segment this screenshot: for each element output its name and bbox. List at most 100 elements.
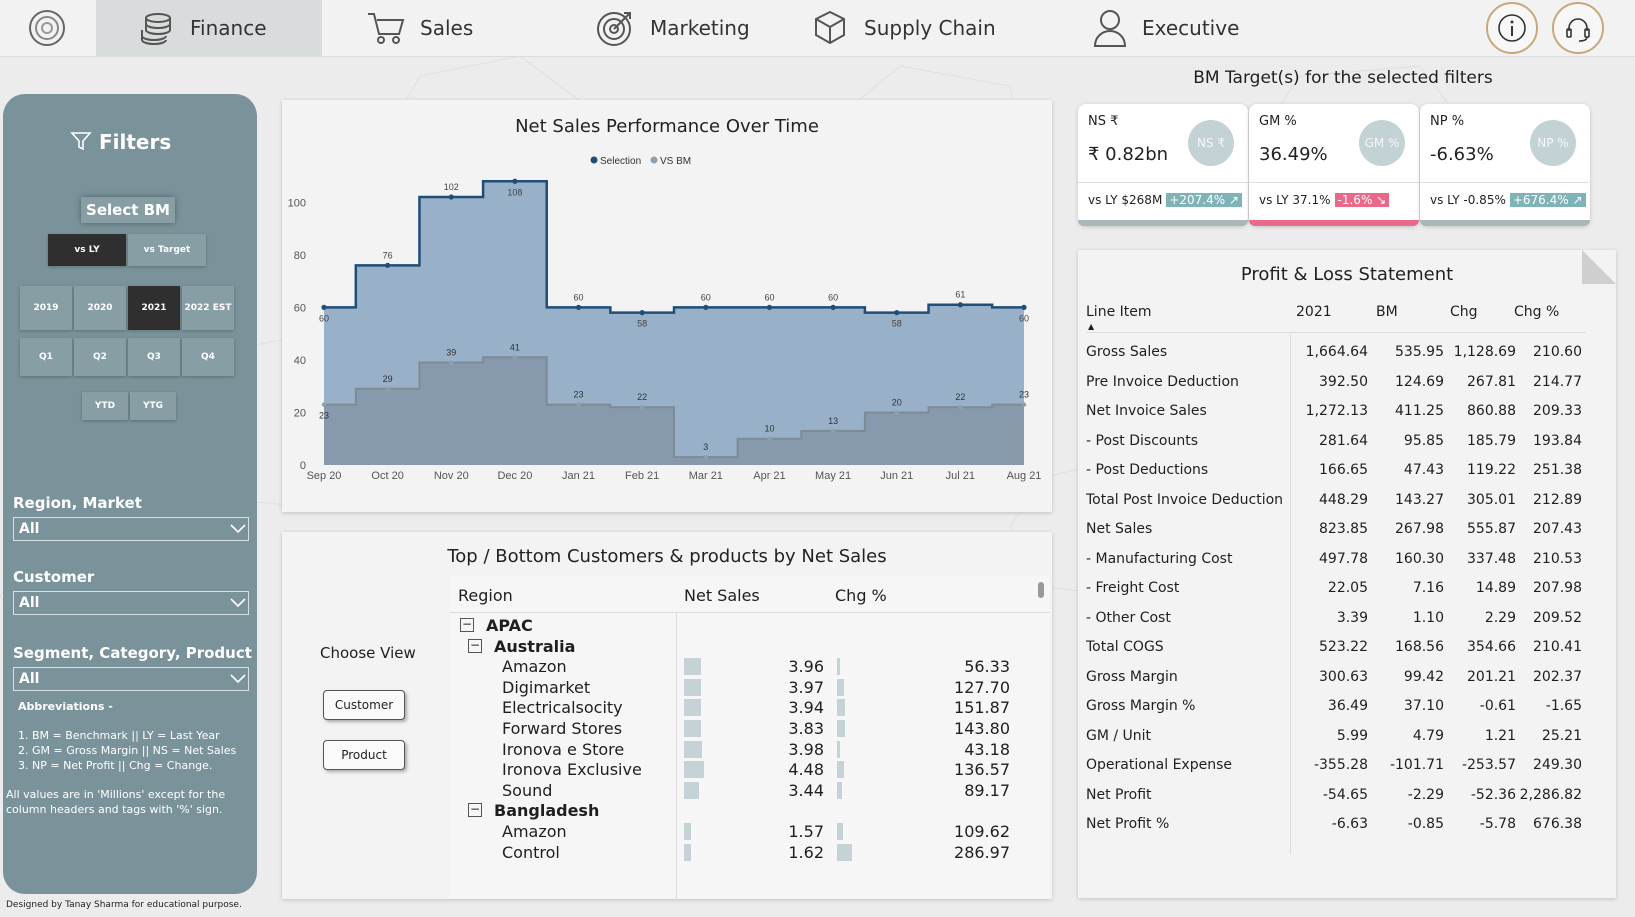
table-row[interactable]: Control 1.62 286.97 [450, 843, 1020, 863]
table-row[interactable]: Digimarket 3.97 127.70 [450, 678, 1020, 698]
pl-row[interactable]: - Post Discounts 281.64 95.85 185.79 193.84 [1086, 427, 1586, 456]
pl-row[interactable]: Net Profit -54.65 -2.29 -52.36 2,286.82 [1086, 781, 1586, 810]
pl-cell: -355.28 [1313, 757, 1368, 773]
pl-col-line-item[interactable]: Line Item [1086, 304, 1152, 320]
quarter-q2-button[interactable]: Q2 [74, 338, 126, 376]
group-row[interactable]: − Bangladesh [450, 801, 1020, 821]
pl-row[interactable]: Gross Margin % 36.49 37.10 -0.61 -1.65 [1086, 692, 1586, 721]
pl-cell: 1,272.13 [1305, 403, 1368, 419]
segment-dropdown[interactable]: All [13, 667, 249, 691]
pl-row[interactable]: Gross Sales 1,664.64 535.95 1,128.69 210.60 [1086, 338, 1586, 367]
pl-col-2021[interactable]: 2021 [1296, 304, 1332, 320]
pl-row[interactable]: GM / Unit 5.99 4.79 1.21 25.21 [1086, 722, 1586, 751]
col-net-sales[interactable]: Net Sales [684, 586, 760, 605]
legend-selection-label: Selection [600, 156, 641, 167]
selection-data-label: 58 [892, 319, 902, 329]
net-sales-value: 3.96 [788, 657, 824, 677]
pl-row[interactable]: Total Post Invoice Deduction 448.29 143.27… [1086, 486, 1586, 515]
table-row[interactable]: Forward Stores 3.83 143.80 [450, 719, 1020, 739]
headset-icon [1566, 18, 1590, 42]
kpi-card[interactable]: NS ₹ ₹ 0.82bn NS ₹ vs LY $268M +207.4% ↗ [1078, 104, 1248, 226]
pl-row[interactable]: Gross Margin 300.63 99.42 201.21 202.37 [1086, 663, 1586, 692]
pl-cell: -101.71 [1389, 757, 1444, 773]
year-2022-est-button[interactable]: 2022 EST [182, 286, 234, 330]
pl-cell: 305.01 [1467, 491, 1516, 508]
pl-title: Profit & Loss Statement [1240, 264, 1454, 285]
pl-cell: 249.30 [1533, 757, 1582, 773]
tab-finance[interactable]: Finance [96, 0, 322, 56]
pl-row[interactable]: Net Invoice Sales 1,272.13 411.25 860.88 209… [1086, 397, 1586, 426]
customer-name: Electricalsocity [502, 698, 623, 718]
vs-bm-data-label: 39 [446, 348, 456, 358]
pl-cell: 535.95 [1395, 344, 1444, 360]
chg-bar [837, 761, 844, 779]
net-sales-chart[interactable]: 0 20 40 60 80 100 Sep 20 Oct 20 Nov 20 Dec 20 Jan … [282, 100, 1052, 512]
pl-cell: 168.56 [1395, 639, 1444, 655]
customer-view-button[interactable]: Customer [323, 690, 405, 720]
pl-col-chg[interactable]: Chg [1450, 304, 1478, 320]
net-sales-chart-panel: Net Sales Performance Over Time 0 20 40 60 8… [282, 100, 1052, 512]
units-note: column headers and tags with '%' sign. [6, 803, 223, 816]
table-row[interactable]: Ironova Exclusive 4.48 136.57 [450, 760, 1020, 780]
bm-vs-target-button[interactable]: vs Target [128, 234, 206, 266]
kpi-card[interactable]: NP % -6.63% NP % vs LY -0.85% +676.4% ↗ [1420, 104, 1590, 226]
pl-row[interactable]: - Freight Cost 22.05 7.16 14.89 207.98 [1086, 574, 1586, 603]
table-row[interactable]: Electricalsocity 3.94 151.87 [450, 698, 1020, 718]
quarter-q1-button[interactable]: Q1 [20, 338, 72, 376]
tab-supply-chain[interactable]: Supply Chain [810, 0, 996, 56]
tab-marketing[interactable]: Marketing [596, 0, 750, 56]
year-2021-button[interactable]: 2021 [128, 286, 180, 330]
tab-executive[interactable]: Executive [1092, 0, 1239, 56]
col-region[interactable]: Region [458, 586, 513, 605]
kpi-accent-bar [1420, 220, 1590, 226]
product-view-button[interactable]: Product [323, 740, 405, 770]
pl-cell: 2.29 [1484, 609, 1516, 626]
table-row[interactable]: Amazon 3.96 56.33 [450, 657, 1020, 677]
collapse-icon[interactable]: − [468, 803, 482, 818]
table-row[interactable]: Amazon 1.57 109.62 [450, 822, 1020, 842]
pl-row[interactable]: Net Profit % -6.63 -0.85 -5.78 676.38 [1086, 810, 1586, 839]
group-row[interactable]: − Australia [450, 637, 1020, 657]
period-ytd-button[interactable]: YTD [82, 392, 128, 420]
pl-cell: 337.48 [1467, 550, 1516, 567]
pl-cell: 212.89 [1533, 491, 1582, 508]
info-button[interactable] [1486, 2, 1538, 54]
kpi-card[interactable]: GM % 36.49% GM % vs LY 37.1% -1.6% ↘ [1249, 104, 1419, 226]
pl-row[interactable]: Operational Expense -355.28 -101.71 -253.57… [1086, 751, 1586, 780]
vs-bm-data-label: 22 [955, 392, 965, 402]
app-logo[interactable] [28, 9, 66, 47]
quarter-q4-button[interactable]: Q4 [182, 338, 234, 376]
net-sales-bar [684, 678, 701, 696]
region-market-dropdown[interactable]: All [13, 517, 249, 541]
pl-row[interactable]: - Post Deductions 166.65 47.43 119.22 251.38 [1086, 456, 1586, 485]
quarter-q3-button[interactable]: Q3 [128, 338, 180, 376]
table-row[interactable]: Ironova e Store 3.98 43.18 [450, 740, 1020, 760]
pl-row[interactable]: Pre Invoice Deduction 392.50 124.69 267.81 2… [1086, 368, 1586, 397]
vs-bm-point [830, 428, 836, 434]
pl-row[interactable]: - Other Cost 3.39 1.10 2.29 209.52 [1086, 604, 1586, 633]
pl-col-chg-pct[interactable]: Chg % [1514, 304, 1559, 320]
support-button[interactable] [1552, 2, 1604, 54]
vs-bm-data-label: 13 [828, 416, 838, 426]
table-scrollbar[interactable] [1038, 582, 1044, 598]
pl-col-bm[interactable]: BM [1376, 304, 1398, 320]
period-ytg-button[interactable]: YTG [130, 392, 176, 420]
collapse-icon[interactable]: − [460, 618, 474, 632]
group-row[interactable]: − APAC [450, 616, 1020, 636]
collapse-icon[interactable]: − [468, 638, 482, 653]
vs-bm-data-label: 10 [764, 424, 774, 434]
year-2020-button[interactable]: 2020 [74, 286, 126, 330]
pl-cell: -52.36 [1470, 786, 1516, 803]
kpi-change-tag: +207.4% ↗ [1166, 192, 1242, 207]
customer-dropdown[interactable]: All [13, 591, 249, 615]
pl-row[interactable]: - Manufacturing Cost 497.78 160.30 337.48 21… [1086, 545, 1586, 574]
bm-vs-ly-button[interactable]: vs LY [48, 234, 126, 266]
table-row[interactable]: Sound 3.44 89.17 [450, 781, 1020, 801]
pl-cell: 47.43 [1403, 462, 1444, 478]
col-chg-pct[interactable]: Chg % [835, 586, 887, 605]
pl-row[interactable]: Net Sales 823.85 267.98 555.87 207.43 [1086, 515, 1586, 544]
pl-row[interactable]: Total COGS 523.22 168.56 354.66 210.41 [1086, 633, 1586, 662]
year-2019-button[interactable]: 2019 [20, 286, 72, 330]
pl-cell: 143.27 [1395, 491, 1444, 508]
tab-sales[interactable]: Sales [366, 0, 473, 56]
